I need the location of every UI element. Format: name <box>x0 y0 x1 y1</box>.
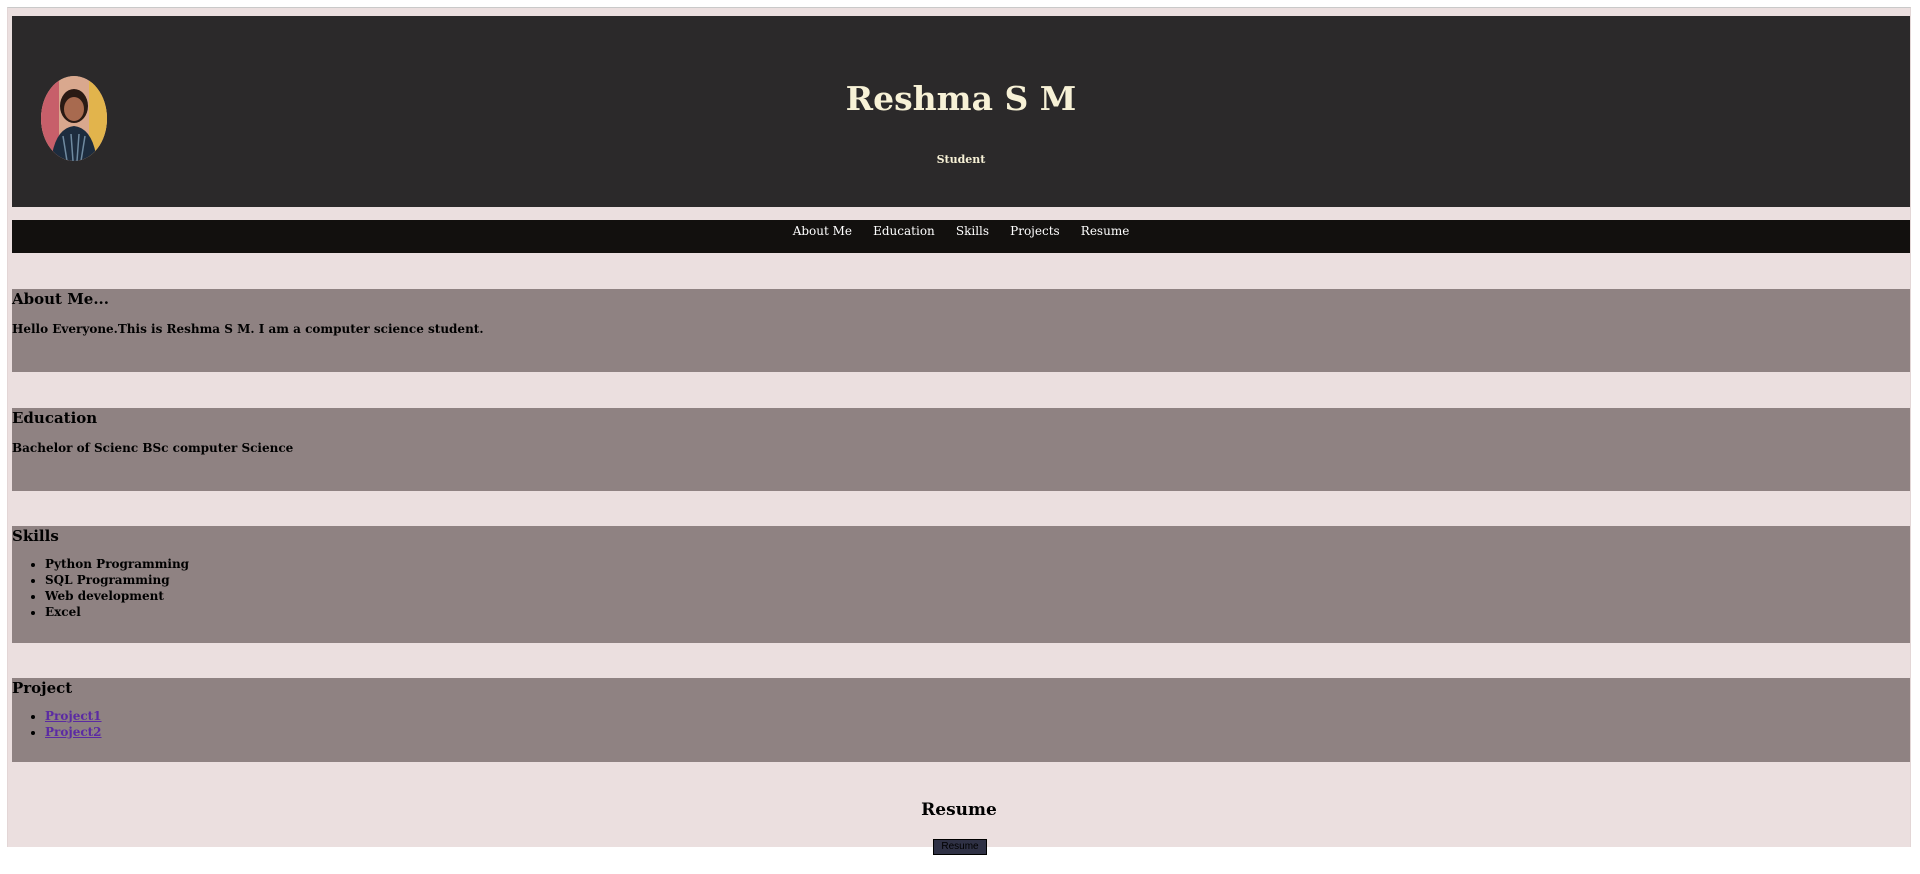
skills-list: Python Programming SQL Programming Web d… <box>12 556 1910 620</box>
education-section: Education Bachelor of Scienc BSc compute… <box>12 408 1910 491</box>
project-list-item: Project1 <box>45 708 1910 724</box>
project2-link[interactable]: Project2 <box>45 725 102 739</box>
project-list-item: Project2 <box>45 724 1910 740</box>
page-container: Reshma S M Student About Me Education Sk… <box>7 7 1911 847</box>
skill-item: Python Programming <box>45 556 1910 572</box>
skills-heading: Skills <box>12 527 59 545</box>
nav-link-skills[interactable]: Skills <box>956 222 989 238</box>
resume-heading: Resume <box>921 800 997 820</box>
project-heading: Project <box>12 679 73 697</box>
skill-item: SQL Programming <box>45 572 1910 588</box>
project-list: Project1 Project2 <box>12 708 1910 740</box>
project1-link[interactable]: Project1 <box>45 709 102 723</box>
skill-item: Excel <box>45 604 1910 620</box>
about-section: About Me... Hello Everyone.This is Reshm… <box>12 289 1910 372</box>
project-section: Project Project1 Project2 <box>12 678 1910 762</box>
nav-bar: About Me Education Skills Projects Resum… <box>12 220 1910 253</box>
subtitle: Student <box>936 153 986 166</box>
nav-link-resume[interactable]: Resume <box>1081 222 1130 238</box>
education-text: Bachelor of Scienc BSc computer Science <box>12 441 294 455</box>
resume-button[interactable]: Resume <box>933 839 987 855</box>
about-heading: About Me... <box>12 290 110 308</box>
nav-link-projects[interactable]: Projects <box>1010 222 1060 238</box>
about-text: Hello Everyone.This is Reshma S M. I am … <box>12 322 484 336</box>
skill-item: Web development <box>45 588 1910 604</box>
nav-link-education[interactable]: Education <box>873 222 935 238</box>
skills-section: Skills Python Programming SQL Programmin… <box>12 526 1910 643</box>
education-heading: Education <box>12 409 98 427</box>
page-title: Reshma S M <box>845 79 1077 118</box>
header-banner: Reshma S M Student <box>12 16 1910 207</box>
nav-link-about-me[interactable]: About Me <box>793 222 852 238</box>
